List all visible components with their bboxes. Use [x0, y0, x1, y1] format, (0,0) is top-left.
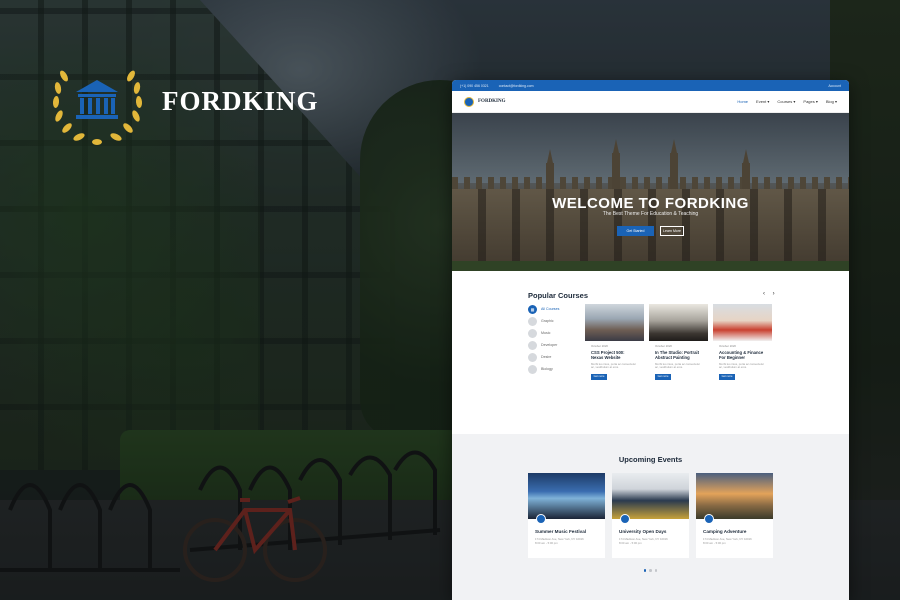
course-date: October 2020: [655, 344, 672, 348]
carousel-arrows[interactable]: ‹ ›: [763, 291, 778, 297]
website-mockup: (+1) 090 456 0321 contact@fordking.com A…: [452, 80, 849, 600]
brand-name: FORDKING: [162, 86, 319, 116]
event-time: 8:00 am - 5:00 pm: [619, 541, 642, 546]
heart-icon: [528, 352, 537, 362]
event-details: 174 Madison Ave, New York, NY 10016 8:00…: [619, 537, 682, 545]
category-label: Graphic: [541, 319, 554, 323]
popular-courses-section: Popular Courses ‹ › ▦ All Courses Graphic…: [452, 271, 849, 434]
get-started-button[interactable]: Get Started: [617, 226, 654, 236]
category-music[interactable]: Music: [528, 327, 559, 339]
hero-banner: WELCOME TO FORDKING The Best Theme For E…: [452, 113, 849, 271]
calendar-icon: [536, 514, 546, 524]
course-button[interactable]: Get more: [719, 373, 735, 380]
event-title[interactable]: University Open Days: [619, 529, 682, 534]
event-time: 8:00 am - 5:00 pm: [535, 541, 558, 546]
topbar-account[interactable]: Account: [828, 84, 841, 88]
topbar-phone[interactable]: (+1) 090 456 0321: [460, 84, 489, 88]
event-title[interactable]: Camping Adventure: [703, 529, 766, 534]
category-desire[interactable]: Desire: [528, 351, 559, 363]
course-description: Morbi leo risus, porta ac consectetur ac…: [655, 361, 701, 370]
category-biology[interactable]: Biology: [528, 363, 559, 375]
nav-item-courses[interactable]: Courses ▾: [777, 99, 795, 104]
nav-item-home[interactable]: Home: [737, 99, 748, 104]
category-all[interactable]: ▦ All Courses: [528, 303, 559, 315]
hero-title: WELCOME TO FORDKING: [552, 195, 749, 212]
category-graphic[interactable]: Graphic: [528, 315, 559, 327]
course-description: Morbi leo risus, porta ac consectetur ac…: [719, 361, 765, 370]
event-details: 174 Madison Ave, New York, NY 10016 8:00…: [703, 537, 766, 545]
main-nav: FORDKING Home Event ▾ Courses ▾ Pages ▾ …: [452, 91, 849, 113]
event-image: [528, 473, 605, 524]
course-date: October 2020: [719, 344, 736, 348]
topbar-email[interactable]: contact@fordking.com: [499, 84, 534, 88]
category-label: All Courses: [541, 307, 560, 311]
event-card[interactable]: Summer Music Festival 174 Madison Ave, N…: [528, 473, 605, 558]
course-button[interactable]: Get more: [655, 373, 671, 380]
event-image: [612, 473, 689, 524]
logo-icon[interactable]: [464, 96, 474, 107]
music-icon: [528, 328, 537, 338]
carousel-dot[interactable]: [649, 569, 652, 572]
course-title[interactable]: CSS Project 500: Nexas Website: [591, 350, 638, 361]
course-image: [649, 304, 708, 341]
event-image: [696, 473, 773, 524]
course-button[interactable]: Get more: [591, 373, 607, 380]
event-details: 174 Madison Ave, New York, NY 10016 8:00…: [535, 537, 598, 545]
course-image: [713, 304, 772, 341]
upcoming-events-section: Upcoming Events Summer Music Festival 17…: [452, 434, 849, 600]
category-label: Music: [541, 331, 551, 335]
carousel-dot[interactable]: [654, 569, 658, 572]
calendar-icon: [620, 514, 630, 524]
calendar-icon: [704, 514, 714, 524]
carousel-dots: [452, 569, 849, 572]
course-card[interactable]: October 2020 Accounting & Finance For Be…: [713, 304, 772, 396]
course-categories: ▦ All Courses Graphic Music Developer Des…: [528, 303, 559, 375]
course-card[interactable]: October 2020 CSS Project 500: Nexas Webs…: [585, 304, 644, 396]
category-developer[interactable]: Developer: [528, 339, 559, 351]
event-time: 8:00 am - 5:00 pm: [703, 541, 726, 546]
grid-icon: ▦: [528, 304, 537, 314]
topbar: (+1) 090 456 0321 contact@fordking.com A…: [452, 80, 849, 91]
nav-brand[interactable]: FORDKING: [478, 99, 506, 104]
event-title[interactable]: Summer Music Festival: [535, 529, 598, 534]
section-title: Upcoming Events: [618, 455, 683, 464]
course-image: [585, 304, 644, 341]
carousel-dot[interactable]: [643, 569, 647, 572]
event-card[interactable]: University Open Days 174 Madison Ave, Ne…: [612, 473, 689, 558]
category-label: Developer: [541, 343, 558, 347]
hero-overlay: [452, 113, 849, 271]
course-title[interactable]: In The Studio: Portrait Abstract Paintin…: [655, 350, 702, 361]
category-label: Desire: [541, 355, 552, 359]
course-title[interactable]: Accounting & Finance For Beginner: [719, 350, 766, 361]
nav-item-blog[interactable]: Blog ▾: [826, 99, 837, 104]
learn-more-button[interactable]: Learn More: [660, 226, 684, 236]
nav-item-event[interactable]: Event ▾: [756, 99, 769, 104]
category-label: Biology: [541, 367, 553, 371]
leaf-icon: [528, 364, 537, 374]
university-laurel-icon: [52, 70, 143, 145]
event-card[interactable]: Camping Adventure 174 Madison Ave, New Y…: [696, 473, 773, 558]
course-date: October 2020: [591, 344, 608, 348]
code-icon: [528, 340, 537, 350]
course-description: Morbi leo risus, porta ac consectetur ac…: [591, 361, 637, 370]
hero-subtitle: The Best Theme For Education & Teaching: [602, 211, 699, 217]
showcase-background: FORDKING (+1) 090 456 0321 contact@fordk…: [0, 0, 900, 600]
palette-icon: [528, 316, 537, 326]
course-card[interactable]: October 2020 In The Studio: Portrait Abs…: [649, 304, 708, 396]
section-title: Popular Courses: [528, 291, 589, 300]
nav-item-pages[interactable]: Pages ▾: [803, 99, 817, 104]
